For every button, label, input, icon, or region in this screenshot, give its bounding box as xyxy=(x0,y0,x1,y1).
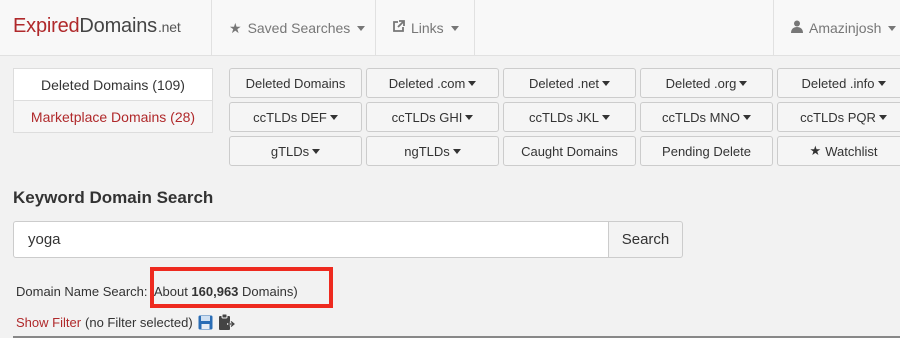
btn-label: ccTLDs PQR xyxy=(800,109,876,125)
username-label: Amazinjosh xyxy=(809,20,882,36)
clipboard-arrow-icon[interactable] xyxy=(218,313,235,331)
btn-watchlist[interactable]: ★ Watchlist xyxy=(777,136,900,166)
btn-label: gTLDs xyxy=(270,143,310,159)
caret-down-icon xyxy=(877,80,886,86)
caret-down-icon xyxy=(452,148,461,154)
star-icon: ★ xyxy=(809,143,822,158)
btn-label: ngTLDs xyxy=(404,143,450,159)
saved-searches-menu[interactable]: ★ Saved Searches xyxy=(211,0,375,56)
btn-cctlds-pqr[interactable]: ccTLDs PQR xyxy=(777,102,900,132)
user-icon xyxy=(791,20,803,36)
logo-part-net: .net xyxy=(157,19,181,35)
btn-label: ccTLDs MNO xyxy=(662,109,740,125)
caret-down-icon xyxy=(743,114,751,120)
caret-down-icon xyxy=(312,148,321,154)
caret-down-icon xyxy=(602,80,611,86)
caret-down-icon xyxy=(465,114,474,120)
caret-down-icon xyxy=(739,80,748,86)
caret-down-icon xyxy=(468,80,477,86)
btn-deleted-net[interactable]: Deleted .net xyxy=(503,68,636,98)
btn-deleted-com[interactable]: Deleted .com xyxy=(366,68,499,98)
btn-label: Deleted .org xyxy=(665,75,737,91)
btn-label: Watchlist xyxy=(825,143,878,159)
filter-status: (no Filter selected) xyxy=(85,314,193,330)
section-title: Keyword Domain Search xyxy=(13,188,214,207)
btn-deleted-domains[interactable]: Deleted Domains xyxy=(229,68,362,98)
filter-row: Show Filter (no Filter selected) xyxy=(16,313,235,331)
highlight-annotation-box xyxy=(150,267,333,308)
keyword-search-input[interactable] xyxy=(13,221,609,258)
btn-cctlds-ghi[interactable]: ccTLDs GHI xyxy=(366,102,499,132)
btn-gtlds[interactable]: gTLDs xyxy=(229,136,362,166)
btn-label: Deleted .info xyxy=(801,75,875,91)
btn-label: Deleted .net xyxy=(528,75,600,91)
logo-part-domains: Domains xyxy=(79,15,157,37)
btn-deleted-org[interactable]: Deleted .org xyxy=(640,68,773,98)
btn-cctlds-jkl[interactable]: ccTLDs JKL xyxy=(503,102,636,132)
star-icon: ★ xyxy=(229,19,242,36)
caret-down-icon xyxy=(329,114,338,120)
site-logo[interactable]: ExpiredDomains.net xyxy=(13,15,181,38)
top-navbar: ExpiredDomains.net ★ Saved Searches Link… xyxy=(0,0,900,56)
btn-ngtlds[interactable]: ngTLDs xyxy=(366,136,499,166)
links-label: Links xyxy=(411,20,444,36)
btn-label: Pending Delete xyxy=(662,143,751,159)
btn-label: ccTLDs DEF xyxy=(253,109,327,125)
floppy-disk-icon[interactable] xyxy=(198,315,213,330)
tab-marketplace-domains[interactable]: Marketplace Domains (28) xyxy=(13,100,213,133)
show-filter-link[interactable]: Show Filter xyxy=(16,315,81,330)
logo-part-expired: Expired xyxy=(13,15,80,37)
external-link-icon xyxy=(392,20,405,36)
caret-down-icon xyxy=(357,25,366,31)
search-button[interactable]: Search xyxy=(608,221,683,258)
tab-deleted-domains[interactable]: Deleted Domains (109) xyxy=(13,68,213,101)
caret-down-icon xyxy=(878,114,887,120)
caret-down-icon xyxy=(602,114,611,120)
btn-cctlds-mno[interactable]: ccTLDs MNO xyxy=(640,102,773,132)
caret-down-icon xyxy=(450,25,459,31)
btn-label: Deleted Domains xyxy=(245,75,346,91)
btn-caught-domains[interactable]: Caught Domains xyxy=(503,136,636,166)
btn-label: Caught Domains xyxy=(521,143,618,159)
btn-label: Deleted .com xyxy=(388,75,466,91)
btn-label: ccTLDs JKL xyxy=(528,109,600,125)
user-menu[interactable]: Amazinjosh xyxy=(773,0,900,56)
btn-label: ccTLDs GHI xyxy=(391,109,463,125)
links-menu[interactable]: Links xyxy=(375,0,475,56)
caret-down-icon xyxy=(888,25,897,31)
result-label: Domain Name Search: xyxy=(16,284,148,299)
btn-pending-delete[interactable]: Pending Delete xyxy=(640,136,773,166)
saved-searches-label: Saved Searches xyxy=(247,20,351,36)
btn-deleted-info[interactable]: Deleted .info xyxy=(777,68,900,98)
btn-cctlds-def[interactable]: ccTLDs DEF xyxy=(229,102,362,132)
